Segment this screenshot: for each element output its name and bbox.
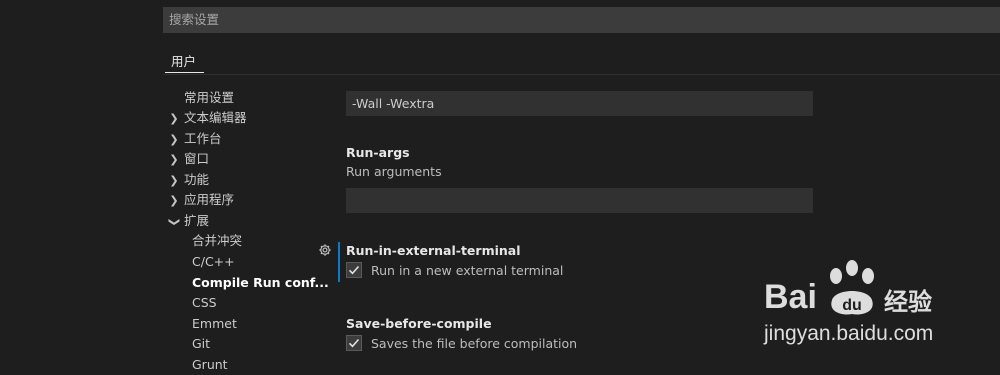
chevron-right-icon: ❯	[169, 153, 179, 166]
flags-input[interactable]: -Wall -Wextra	[346, 91, 813, 116]
toc-item-text-editor[interactable]: ❯ 文本编辑器	[168, 108, 247, 128]
toc-item-cpp[interactable]: C/C++	[192, 252, 235, 272]
toc-item-label: 文本编辑器	[184, 110, 247, 125]
run-in-external-terminal-label: Run in a new external terminal	[371, 262, 564, 278]
search-placeholder: 搜索设置	[169, 12, 220, 27]
chevron-right-icon: ❯	[169, 174, 179, 187]
toc-item-label: 窗口	[184, 151, 210, 166]
tab-divider	[163, 74, 1000, 75]
toc-item-label: 扩展	[184, 213, 210, 228]
run-args-title: Run-args	[346, 145, 410, 160]
toc-item-label: Emmet	[192, 316, 237, 331]
gear-icon[interactable]	[318, 243, 332, 257]
paw-logo: du	[830, 260, 874, 315]
toc-item-workbench[interactable]: ❯ 工作台	[168, 129, 222, 149]
baidu-jingyan-watermark: Bai du 经验 jingyan.baidu.com	[760, 258, 990, 353]
toc-item-merge-conflict[interactable]: 合并冲突	[192, 231, 242, 251]
toc-item-css[interactable]: CSS	[192, 293, 217, 313]
toc-item-extensions[interactable]: ❯ 扩展	[168, 211, 209, 231]
toc-item-label: 功能	[184, 172, 210, 187]
toc-item-grunt[interactable]: Grunt	[192, 355, 228, 375]
svg-text:du: du	[842, 297, 862, 314]
toc-item-label: Compile Run conf...	[192, 275, 329, 290]
toc-item-label: 应用程序	[184, 192, 235, 207]
check-icon	[348, 265, 360, 275]
toc-item-git[interactable]: Git	[192, 334, 210, 354]
toc-item-label: CSS	[192, 295, 217, 310]
save-before-compile-label: Saves the file before compilation	[371, 335, 578, 351]
chevron-right-icon: ❯	[169, 194, 179, 207]
toc-item-label: Grunt	[192, 357, 228, 372]
save-before-compile-checkbox[interactable]	[346, 335, 362, 351]
toc-item-window[interactable]: ❯ 窗口	[168, 149, 209, 169]
watermark-brand-suffix: 经验	[884, 288, 932, 316]
toc-item-application[interactable]: ❯ 应用程序	[168, 190, 234, 210]
run-in-external-terminal-title: Run-in-external-terminal	[346, 243, 521, 258]
toc-item-common[interactable]: 常用设置	[184, 88, 234, 108]
active-tab-indicator	[165, 72, 204, 73]
toc-item-compile-run[interactable]: Compile Run conf...	[192, 273, 329, 293]
toc-item-label: C/C++	[192, 254, 235, 269]
tab-user[interactable]: 用户	[171, 51, 196, 70]
toc-item-features[interactable]: ❯ 功能	[168, 170, 209, 190]
toc-item-label: 合并冲突	[192, 233, 243, 248]
chevron-down-icon: ❯	[168, 217, 181, 227]
chevron-right-icon: ❯	[169, 133, 179, 146]
focused-setting-indicator	[338, 242, 340, 282]
toc-item-label: 工作台	[184, 131, 222, 146]
save-before-compile-title: Save-before-compile	[346, 316, 492, 331]
chevron-right-icon: ❯	[169, 112, 179, 125]
toc-item-label: 常用设置	[184, 90, 235, 105]
run-in-external-terminal-checkbox[interactable]	[346, 262, 362, 278]
search-settings-input[interactable]: 搜索设置	[163, 7, 1000, 33]
toc-item-emmet[interactable]: Emmet	[192, 314, 237, 334]
watermark-brand: Bai	[764, 278, 817, 316]
check-icon	[348, 338, 360, 348]
run-args-input[interactable]	[346, 188, 813, 213]
toc-item-label: Git	[192, 336, 211, 351]
watermark-url: jingyan.baidu.com	[764, 322, 934, 345]
flags-value: -Wall -Wextra	[352, 96, 435, 111]
run-in-external-terminal-row: Run in a new external terminal	[346, 261, 563, 279]
run-args-description: Run arguments	[346, 164, 442, 179]
save-before-compile-row: Saves the file before compilation	[346, 334, 577, 352]
